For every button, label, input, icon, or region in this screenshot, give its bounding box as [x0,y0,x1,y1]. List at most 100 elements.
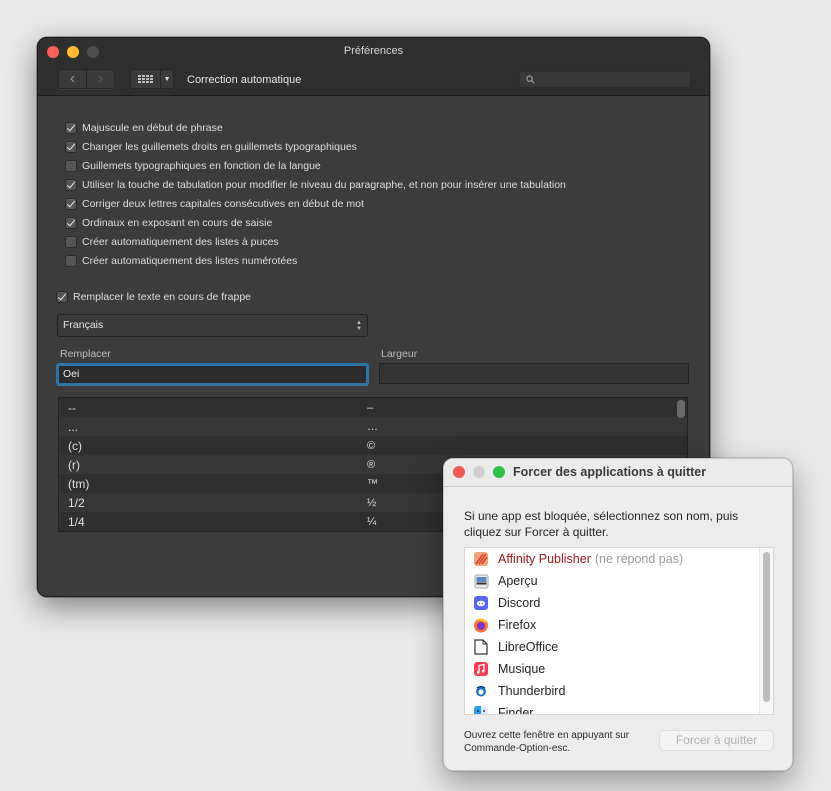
app-list-item[interactable]: Musique [465,658,773,680]
language-value: Français [63,319,104,331]
replace-while-typing-label: Remplacer le texte en cours de frappe [73,290,252,303]
instructions-text: Si une app est bloquée, sélectionnez son… [464,509,739,539]
option-row[interactable]: Utiliser la touche de tabulation pour mo… [65,175,566,194]
caret-down-icon: ▼ [163,75,171,83]
replace-from-cell: (r) [68,457,80,472]
app-list-item[interactable]: LibreOffice [465,636,773,658]
option-label: Changer les guillemets droits en guillem… [82,140,357,153]
sections-dropdown-button[interactable]: ▼ [160,70,173,88]
option-label: Majuscule en début de phrase [82,121,223,134]
checkbox[interactable] [65,159,77,172]
checkbox[interactable] [65,235,77,248]
chevron-right-icon: › [97,70,104,87]
option-label: Utiliser la touche de tabulation pour mo… [82,178,566,191]
discord-icon [473,595,489,611]
checkbox[interactable] [65,121,77,134]
libreoffice-icon [473,639,489,655]
app-list-item[interactable]: Firefox [465,614,773,636]
option-label: Guillemets typographiques en fonction de… [82,159,321,172]
table-scrollbar[interactable] [677,400,685,418]
option-row[interactable]: Majuscule en début de phrase [65,118,566,137]
option-row[interactable]: Créer automatiquement des listes à puces [65,232,566,251]
option-label: Corriger deux lettres capitales consécut… [82,197,364,210]
option-row[interactable]: Corriger deux lettres capitales consécut… [65,194,566,213]
window-title: Forcer des applications à quitter [513,465,707,479]
replace-to-cell: © [367,439,376,452]
checkbox[interactable] [65,216,77,229]
thunderbird-icon [473,683,489,699]
app-list-item[interactable]: Thunderbird [465,680,773,702]
section-title: Correction automatique [187,74,302,86]
app-name: Thunderbird [498,684,566,698]
table-row[interactable]: (c) © [59,436,687,455]
zoom-button[interactable] [493,466,505,478]
firefox-icon [473,617,489,633]
app-list-item[interactable]: Discord [465,592,773,614]
replace-to-cell: – [367,401,374,414]
checkbox[interactable] [65,197,77,210]
app-list-item[interactable]: Affinity Publisher (ne répond pas) [465,548,773,570]
option-row[interactable]: Ordinaux en exposant en cours de saisie [65,213,566,232]
forward-button[interactable]: › [86,70,114,88]
shortcut-hint: Ouvrez cette fenêtre en appuyant sur Com… [464,730,630,754]
width-input[interactable] [379,363,689,384]
preferences-titlebar: Préférences ‹ › ▼ Correction automatique [38,38,709,96]
music-icon [473,661,489,677]
width-label: Largeur [381,348,418,360]
table-row[interactable]: -- – [59,398,687,417]
autocorrect-options: Majuscule en début de phrase Changer les… [65,118,566,270]
app-list-scrollbar[interactable] [759,548,773,714]
language-select[interactable]: Français ▲ ▼ [57,314,368,337]
window-controls [453,466,505,478]
checkbox[interactable] [65,140,77,153]
replace-while-typing-row[interactable]: Remplacer le texte en cours de frappe [56,287,251,306]
option-row[interactable]: Guillemets typographiques en fonction de… [65,156,566,175]
replace-from-cell: -- [68,400,76,415]
affinity-publisher-icon [473,551,489,567]
replace-while-typing-checkbox[interactable] [56,290,68,303]
option-row[interactable]: Changer les guillemets droits en guillem… [65,137,566,156]
option-label: Ordinaux en exposant en cours de saisie [82,216,273,229]
close-button[interactable] [453,466,465,478]
finder-icon [473,705,489,714]
show-all-button[interactable] [131,70,160,88]
show-all-control: ▼ [130,69,174,89]
app-name: Affinity Publisher [498,552,591,566]
app-name: Firefox [498,618,537,632]
app-status: (ne répond pas) [594,552,684,566]
table-row[interactable]: ... … [59,417,687,436]
replace-label: Remplacer [60,348,111,360]
replace-input[interactable]: Oei [56,363,369,386]
app-name: LibreOffice [498,640,559,654]
app-list-item[interactable]: Aperçu [465,570,773,592]
navigation-buttons: ‹ › [58,69,115,89]
force-quit-button[interactable]: Forcer à quitter [659,730,774,751]
checkbox[interactable] [65,178,77,191]
scrollbar-thumb[interactable] [763,552,770,702]
force-quit-window: Forcer des applications à quitter Si une… [443,458,793,771]
replace-from-cell: 1/4 [68,514,85,529]
search-field[interactable] [519,71,691,88]
replace-from-cell: (c) [68,438,82,453]
replace-from-cell: (tm) [68,476,90,491]
app-name: Aperçu [498,574,538,588]
replace-from-cell: 1/2 [68,495,85,510]
replace-from-cell: ... [68,419,79,434]
app-name: Musique [498,662,546,676]
grid-icon [138,75,154,83]
search-icon [526,75,535,84]
app-list[interactable]: Affinity Publisher (ne répond pas) Aperçu D… [464,547,774,715]
replace-to-cell: … [367,420,378,433]
back-button[interactable]: ‹ [59,70,86,88]
up-down-arrows-icon: ▲ ▼ [356,320,362,332]
app-list-item[interactable]: Finder [465,702,773,715]
chevron-left-icon: ‹ [69,70,76,87]
force-quit-titlebar: Forcer des applications à quitter [444,459,792,487]
option-row[interactable]: Créer automatiquement des listes numérot… [65,251,566,270]
checkbox[interactable] [65,254,77,267]
window-title: Préférences [343,45,404,57]
preview-icon [473,573,489,589]
app-name: Finder [498,706,534,715]
minimize-button [473,466,485,478]
app-name: Discord [498,596,541,610]
